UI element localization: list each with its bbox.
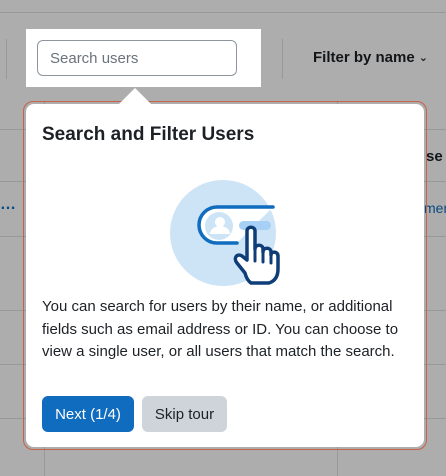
tour-backdrop	[0, 0, 446, 29]
search-user-hand-icon	[170, 180, 280, 286]
tour-backdrop	[0, 29, 26, 87]
search-users-input[interactable]	[37, 40, 237, 76]
next-button[interactable]: Next (1/4)	[42, 396, 134, 432]
tour-title: Search and Filter Users	[42, 124, 255, 145]
tour-description: You can search for users by their name, …	[42, 298, 399, 360]
tour-backdrop	[261, 29, 446, 87]
skip-tour-button[interactable]: Skip tour	[142, 396, 227, 432]
tour-popover-arrow	[118, 88, 152, 105]
